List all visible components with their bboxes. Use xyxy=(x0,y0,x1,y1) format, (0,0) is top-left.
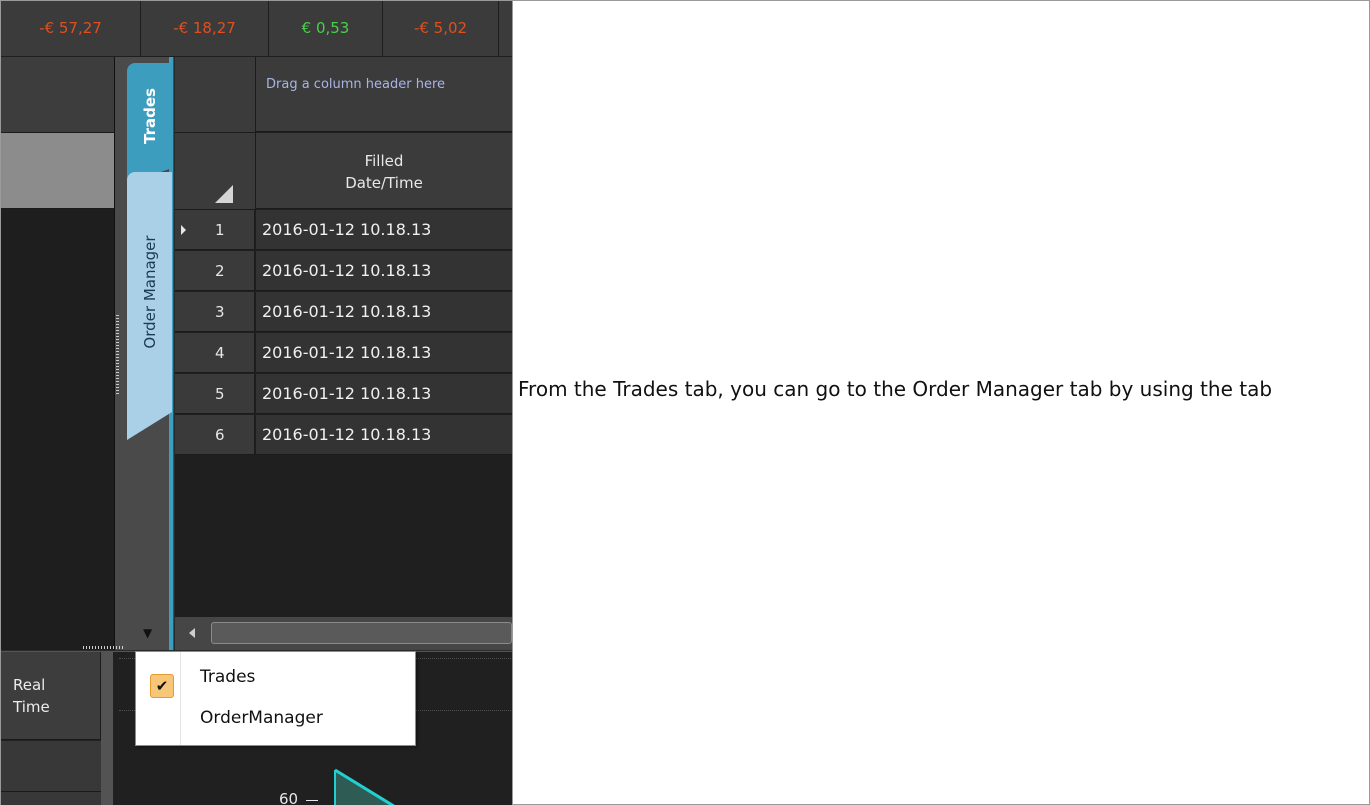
column-header-line: Filled xyxy=(364,152,404,170)
left-pane-header xyxy=(1,57,114,133)
column-header-line: Date/Time xyxy=(345,174,423,192)
table-row[interactable]: 1 2016-01-12 10.18.13 xyxy=(175,210,512,250)
app-screenshot: -€ 57,27 -€ 18,27 € 0,53 -€ 5,02 Trades … xyxy=(1,1,512,805)
row-number: 5 xyxy=(175,374,255,414)
filled-datetime-cell[interactable]: 2016-01-12 10.18.13 xyxy=(256,292,512,332)
header-line: Time xyxy=(13,698,50,716)
filled-datetime-cell[interactable]: 2016-01-12 10.18.13 xyxy=(256,415,512,455)
column-header-filled-datetime[interactable]: Filled Date/Time xyxy=(256,133,512,209)
row-number: 3 xyxy=(175,292,255,332)
triangle-down-icon[interactable]: ▼ xyxy=(143,626,152,640)
filled-datetime-cell[interactable]: 2016-01-12 10.18.13 xyxy=(256,333,512,373)
checkmark-icon: ✔ xyxy=(150,674,174,698)
pane-resize-grip[interactable] xyxy=(83,646,123,649)
pnl-value: -€ 18,27 xyxy=(141,1,269,56)
bottom-cell xyxy=(1,741,101,792)
tab-order-manager-label: Order Manager xyxy=(140,235,159,349)
row-number: 2 xyxy=(175,251,255,291)
real-time-header: Real Time xyxy=(1,652,101,740)
group-by-panel[interactable]: Drag a column header here xyxy=(256,57,512,132)
scroll-thumb[interactable] xyxy=(211,622,512,644)
grid-corner-top xyxy=(175,57,256,133)
menu-item-order-manager[interactable]: OrderManager xyxy=(136,698,415,738)
tab-context-menu: ✔ Trades OrderManager xyxy=(135,651,416,746)
table-row[interactable]: 4 2016-01-12 10.18.13 xyxy=(175,333,512,373)
tab-trades-label: Trades xyxy=(140,87,159,144)
table-row[interactable]: 3 2016-01-12 10.18.13 xyxy=(175,292,512,332)
menu-item-label: Trades xyxy=(200,667,256,687)
pnl-value: € 0,53 xyxy=(269,1,383,56)
table-row[interactable]: 6 2016-01-12 10.18.13 xyxy=(175,415,512,455)
menu-item-label: OrderManager xyxy=(200,708,323,728)
scroll-left-icon[interactable] xyxy=(189,628,195,638)
left-pane xyxy=(1,57,115,650)
y-axis-tick xyxy=(306,800,318,801)
select-all-corner[interactable] xyxy=(175,133,256,210)
header-line: Real xyxy=(13,676,46,694)
table-row[interactable]: 2 2016-01-12 10.18.13 xyxy=(175,251,512,291)
filled-datetime-cell[interactable]: 2016-01-12 10.18.13 xyxy=(256,374,512,414)
vertical-tab-strip: Trades Order Manager xyxy=(115,57,174,650)
row-number: 6 xyxy=(175,415,255,455)
chart-line xyxy=(334,768,395,805)
pnl-value: -€ 5,02 xyxy=(383,1,499,56)
trades-grid: Drag a column header here Filled Date/Ti… xyxy=(175,57,512,650)
pnl-value: -€ 57,27 xyxy=(1,1,141,56)
tab-order-manager[interactable]: Order Manager xyxy=(127,172,172,440)
row-number: 1 xyxy=(175,210,255,250)
splitter-grip[interactable] xyxy=(116,315,119,395)
horizontal-scrollbar[interactable] xyxy=(175,617,512,650)
table-row[interactable]: 5 2016-01-12 10.18.13 xyxy=(175,374,512,414)
filled-datetime-cell[interactable]: 2016-01-12 10.18.13 xyxy=(256,251,512,291)
filled-datetime-cell[interactable]: 2016-01-12 10.18.13 xyxy=(256,210,512,250)
menu-item-trades[interactable]: ✔ Trades xyxy=(136,657,415,698)
y-axis-tick-label: 60 xyxy=(279,790,299,805)
left-pane-row xyxy=(1,133,114,209)
row-number: 4 xyxy=(175,333,255,373)
row-pointer-icon xyxy=(181,225,186,235)
description-text: From the Trades tab, you can go to the O… xyxy=(518,377,1273,401)
tab-trades[interactable]: Trades xyxy=(127,63,172,184)
bottom-cell xyxy=(1,792,101,805)
bottom-divider xyxy=(101,652,113,805)
pnl-summary-bar: -€ 57,27 -€ 18,27 € 0,53 -€ 5,02 xyxy=(1,1,512,57)
cell-divider xyxy=(512,0,513,805)
